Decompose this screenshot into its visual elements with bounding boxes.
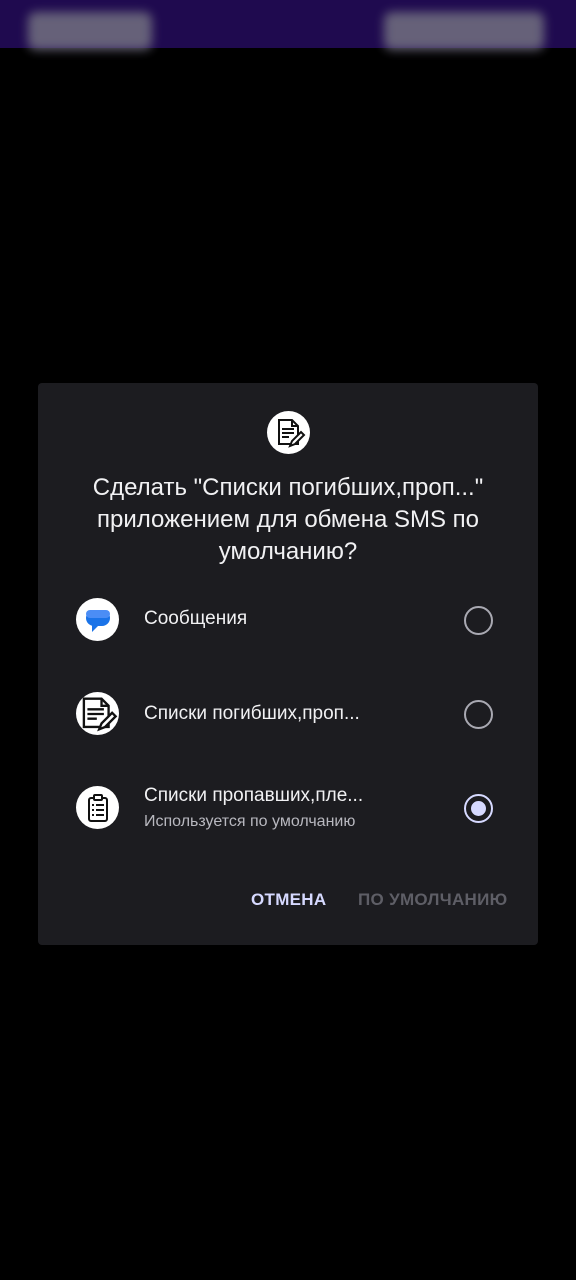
set-default-button[interactable]: ПО УМОЛЧАНИЮ: [358, 888, 507, 912]
option-messages[interactable]: Сообщения: [38, 573, 538, 667]
radio-button[interactable]: [464, 606, 493, 635]
radio-button-selected[interactable]: [464, 794, 493, 823]
option-deaths-list[interactable]: Списки погибших,проп...: [38, 667, 538, 761]
option-label: Списки пропавших,пле...: [144, 785, 364, 806]
status-bar-right-redacted: [384, 12, 544, 50]
clipboard-list-icon: [76, 786, 119, 829]
status-bar: [0, 0, 576, 50]
option-missing-list[interactable]: Списки пропавших,пле... Используется по …: [38, 761, 538, 855]
dialog-title: Сделать "Списки погибших,проп..." прилож…: [92, 474, 484, 565]
radio-button[interactable]: [464, 700, 493, 729]
option-label: Списки погибших,проп...: [144, 703, 360, 724]
messages-icon: [76, 598, 119, 641]
option-label: Сообщения: [144, 608, 248, 629]
cancel-button[interactable]: ОТМЕНА: [251, 888, 326, 912]
status-bar-left-redacted: [28, 12, 152, 50]
document-edit-icon: [76, 692, 119, 735]
document-edit-icon: [267, 411, 310, 454]
option-subtitle: Используется по умолчанию: [144, 813, 356, 830]
